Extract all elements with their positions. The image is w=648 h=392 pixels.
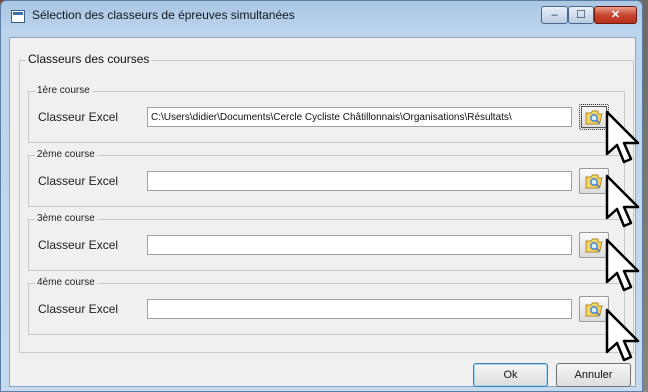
course-2-path-input[interactable]	[147, 171, 572, 191]
course-4-path-input[interactable]	[147, 299, 572, 319]
maximize-button[interactable]: ☐	[568, 6, 594, 24]
dialog-client-area: Classeurs des courses 1ère course Classe…	[9, 37, 636, 387]
folder-search-icon	[585, 302, 603, 317]
course-1-title: 1ère course	[35, 85, 92, 96]
course-1-label: Classeur Excel	[38, 110, 119, 124]
ok-button[interactable]: Ok	[473, 363, 548, 387]
course-4-browse-button[interactable]	[579, 296, 609, 322]
course-4-title: 4ème course	[35, 277, 97, 288]
cancel-button[interactable]: Annuler	[556, 363, 631, 387]
course-3-groupbox: 3ème course Classeur Excel	[28, 213, 625, 271]
dialog-window: Sélection des classeurs de épreuves simu…	[0, 0, 643, 392]
course-2-groupbox: 2ème course Classeur Excel	[28, 149, 625, 207]
course-1-browse-button[interactable]	[579, 104, 609, 130]
course-4-label: Classeur Excel	[38, 302, 119, 316]
close-button[interactable]: ✕	[594, 6, 637, 24]
minimize-button[interactable]: –	[541, 6, 568, 24]
course-3-browse-button[interactable]	[579, 232, 609, 258]
course-1-groupbox: 1ère course Classeur Excel	[28, 85, 625, 143]
folder-search-icon	[585, 174, 603, 189]
folder-search-icon	[585, 238, 603, 253]
course-3-label: Classeur Excel	[38, 238, 119, 252]
course-3-path-input[interactable]	[147, 235, 572, 255]
courses-groupbox: Classeurs des courses 1ère course Classe…	[19, 52, 634, 353]
course-2-title: 2ème course	[35, 149, 97, 160]
window-title: Sélection des classeurs de épreuves simu…	[32, 8, 295, 22]
course-3-title: 3ème course	[35, 213, 97, 224]
course-1-path-input[interactable]	[147, 107, 572, 127]
folder-search-icon	[585, 110, 603, 125]
title-bar[interactable]: Sélection des classeurs de épreuves simu…	[1, 1, 642, 37]
course-2-browse-button[interactable]	[579, 168, 609, 194]
app-icon	[11, 10, 25, 23]
course-4-groupbox: 4ème course Classeur Excel	[28, 277, 625, 335]
course-2-label: Classeur Excel	[38, 174, 119, 188]
courses-group-title: Classeurs des courses	[26, 52, 152, 66]
